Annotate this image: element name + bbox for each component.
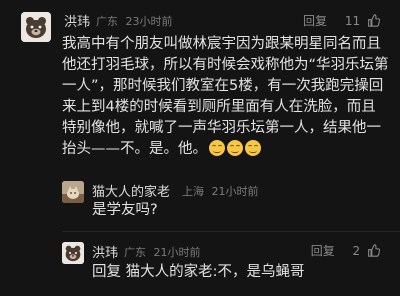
comment-meta: 上海 21小时前 (182, 183, 263, 199)
comment-meta: 广东 23小时前 (96, 13, 177, 29)
timestamp: 21小时前 (211, 185, 259, 198)
username[interactable]: 洪玮 (64, 11, 90, 30)
comment-meta: 广东 21小时前 (124, 244, 205, 260)
grinning-face-emoji (227, 140, 243, 156)
text-line-last: 抬头——不。是。他。 (62, 139, 392, 160)
location: 广东 (124, 246, 146, 259)
bear-avatar-icon (62, 242, 84, 264)
text-line: 来上到4楼的时候看到厕所里面有人在洗脸，而且 (62, 99, 376, 115)
avatar[interactable] (62, 181, 84, 203)
reply-prefix[interactable]: 回复 猫大人的家老: (92, 264, 218, 280)
comment-text: 是学友吗? (92, 202, 158, 218)
reply-body: 不，是乌蝇哥 (217, 264, 305, 280)
cat-photo-avatar-icon (62, 181, 84, 203)
reply-button[interactable]: 回复 (311, 244, 335, 258)
location: 广东 (96, 15, 118, 28)
grinning-face-emoji (245, 140, 261, 156)
comment-actions: 回复 2 (311, 242, 381, 260)
thumbs-up-icon[interactable] (367, 14, 381, 30)
text-line: 特别像他，就喊了一声华羽乐坛第一人，结果他一 (62, 120, 381, 136)
reply-button[interactable]: 回复 (303, 14, 327, 28)
comment-text: 我高中有个朋友叫做林宸宇因为跟某明星同名而且 他还打羽毛球，所以有时候会戏称他为… (62, 34, 392, 160)
thumbs-up-icon[interactable] (367, 244, 381, 260)
text-line: 一人”，那时候我们教室在5楼，有一次我跑完操回 (62, 78, 384, 94)
username[interactable]: 猫大人的家老 (92, 181, 170, 200)
text-line: 他还打羽毛球，所以有时候会戏称他为“华羽乐坛第 (62, 57, 389, 73)
comment-actions: 回复 11 (303, 12, 381, 30)
location: 上海 (182, 185, 204, 198)
text-line: 我高中有个朋友叫做林宸宇因为跟某明星同名而且 (62, 36, 381, 52)
timestamp: 21小时前 (153, 246, 201, 259)
comment-text: 回复 猫大人的家老:不，是乌蝇哥 (92, 262, 305, 283)
divider (62, 231, 400, 232)
username[interactable]: 洪玮 (92, 242, 118, 261)
avatar[interactable] (21, 12, 51, 42)
bear-avatar-icon (21, 12, 51, 42)
text-line: 抬头——不。是。他。 (62, 141, 207, 157)
avatar[interactable] (62, 242, 84, 264)
like-count: 11 (344, 14, 361, 28)
timestamp: 23小时前 (125, 15, 173, 28)
like-count: 2 (352, 244, 361, 258)
grinning-face-emoji (209, 140, 225, 156)
